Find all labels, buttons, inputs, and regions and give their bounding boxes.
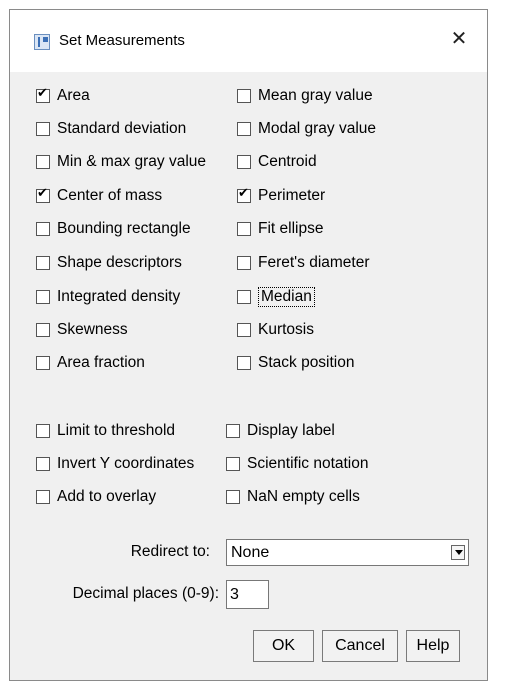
checkbox-box[interactable] bbox=[36, 256, 50, 270]
imagej-icon bbox=[34, 34, 50, 50]
checkbox-box[interactable] bbox=[237, 122, 251, 136]
checkbox-label: Area fraction bbox=[57, 354, 145, 371]
checkbox-label: Shape descriptors bbox=[57, 254, 182, 271]
checkbox-label: Bounding rectangle bbox=[57, 220, 191, 237]
checkbox-label: Feret's diameter bbox=[258, 254, 370, 271]
checkbox-label: Min & max gray value bbox=[57, 153, 207, 170]
checkbox-box[interactable] bbox=[237, 323, 251, 337]
checkbox-ferets-diameter[interactable]: Feret's diameter bbox=[237, 252, 370, 274]
checkbox-box[interactable] bbox=[226, 457, 240, 471]
checkbox-label: Mean gray value bbox=[258, 87, 373, 104]
dialog-title: Set Measurements bbox=[59, 32, 185, 49]
checkbox-box[interactable] bbox=[226, 490, 240, 504]
checkbox-box[interactable] bbox=[36, 155, 50, 169]
checkbox-box[interactable] bbox=[36, 122, 50, 136]
checkbox-limit-to-threshold[interactable]: Limit to threshold bbox=[36, 420, 175, 442]
checkbox-box[interactable] bbox=[36, 86, 50, 103]
checkbox-label: Limit to threshold bbox=[57, 422, 176, 439]
checkbox-label: Centroid bbox=[258, 153, 317, 170]
checkbox-box[interactable] bbox=[36, 424, 50, 438]
checkbox-label: Display label bbox=[247, 422, 335, 439]
checkbox-box[interactable] bbox=[237, 290, 251, 304]
checkbox-label: Skewness bbox=[57, 321, 128, 338]
checkbox-area[interactable]: Area bbox=[36, 85, 90, 107]
checkbox-box[interactable] bbox=[237, 89, 251, 103]
checkbox-label: Perimeter bbox=[258, 187, 326, 204]
checkbox-mean-gray-value[interactable]: Mean gray value bbox=[237, 85, 373, 107]
checkbox-kurtosis[interactable]: Kurtosis bbox=[237, 319, 314, 341]
checkbox-box[interactable] bbox=[237, 222, 251, 236]
checkbox-modal-gray-value[interactable]: Modal gray value bbox=[237, 118, 376, 140]
decimal-places-label: Decimal places (0-9): bbox=[72, 585, 219, 602]
checkbox-invert-y-coordinates[interactable]: Invert Y coordinates bbox=[36, 453, 194, 475]
checkbox-median[interactable]: Median bbox=[237, 286, 315, 308]
checkbox-label: Add to overlay bbox=[57, 488, 157, 505]
checkbox-stack-position[interactable]: Stack position bbox=[237, 352, 355, 374]
checkbox-label: NaN empty cells bbox=[247, 488, 360, 505]
checkbox-label: Fit ellipse bbox=[258, 220, 324, 237]
redirect-select[interactable]: None bbox=[226, 539, 469, 566]
checkbox-box[interactable] bbox=[36, 457, 50, 471]
checkbox-box[interactable] bbox=[237, 256, 251, 270]
checkbox-label: Scientific notation bbox=[247, 455, 369, 472]
redirect-label: Redirect to: bbox=[130, 543, 210, 560]
checkbox-standard-deviation[interactable]: Standard deviation bbox=[36, 118, 186, 140]
checkbox-centroid[interactable]: Centroid bbox=[237, 151, 317, 173]
checkbox-box[interactable] bbox=[36, 490, 50, 504]
checkbox-display-label[interactable]: Display label bbox=[226, 420, 335, 442]
ok-button[interactable]: OK bbox=[253, 630, 314, 662]
checkbox-label: Median bbox=[258, 287, 315, 307]
checkbox-box[interactable] bbox=[36, 222, 50, 236]
checkbox-box[interactable] bbox=[237, 356, 251, 370]
checkbox-bounding-rectangle[interactable]: Bounding rectangle bbox=[36, 218, 191, 240]
checkbox-label: Integrated density bbox=[57, 288, 181, 305]
checkbox-label: Center of mass bbox=[57, 187, 163, 204]
checkbox-label: Area bbox=[57, 87, 90, 104]
checkbox-box[interactable] bbox=[36, 290, 50, 304]
chevron-down-icon[interactable] bbox=[451, 545, 465, 560]
checkbox-label: Kurtosis bbox=[258, 321, 314, 338]
checkbox-shape-descriptors[interactable]: Shape descriptors bbox=[36, 252, 182, 274]
checkbox-box[interactable] bbox=[237, 155, 251, 169]
close-icon[interactable]: ✕ bbox=[447, 27, 471, 51]
checkbox-scientific-notation[interactable]: Scientific notation bbox=[226, 453, 369, 475]
checkbox-center-of-mass[interactable]: Center of mass bbox=[36, 185, 162, 207]
checkbox-box[interactable] bbox=[36, 186, 50, 203]
title-bar: Set Measurements ✕ bbox=[10, 10, 487, 72]
checkbox-add-to-overlay[interactable]: Add to overlay bbox=[36, 486, 156, 508]
checkbox-nan-empty-cells[interactable]: NaN empty cells bbox=[226, 486, 360, 508]
redirect-value: None bbox=[231, 544, 270, 561]
help-button[interactable]: Help bbox=[406, 630, 460, 662]
checkbox-box[interactable] bbox=[237, 186, 251, 203]
checkbox-skewness[interactable]: Skewness bbox=[36, 319, 128, 341]
checkbox-integrated-density[interactable]: Integrated density bbox=[36, 286, 180, 308]
cancel-button[interactable]: Cancel bbox=[322, 630, 398, 662]
checkbox-label: Stack position bbox=[258, 354, 355, 371]
checkbox-label: Modal gray value bbox=[258, 120, 377, 137]
checkbox-box[interactable] bbox=[36, 356, 50, 370]
checkbox-min-max-gray-value[interactable]: Min & max gray value bbox=[36, 151, 206, 173]
checkbox-label: Standard deviation bbox=[57, 120, 187, 137]
checkbox-area-fraction[interactable]: Area fraction bbox=[36, 352, 145, 374]
checkbox-fit-ellipse[interactable]: Fit ellipse bbox=[237, 218, 323, 240]
decimal-places-input[interactable]: 3 bbox=[226, 580, 269, 609]
checkbox-label: Invert Y coordinates bbox=[57, 455, 195, 472]
checkbox-box[interactable] bbox=[36, 323, 50, 337]
set-measurements-dialog: Set Measurements ✕ Area Mean gray value … bbox=[9, 9, 488, 681]
checkbox-box[interactable] bbox=[226, 424, 240, 438]
checkbox-perimeter[interactable]: Perimeter bbox=[237, 185, 325, 207]
